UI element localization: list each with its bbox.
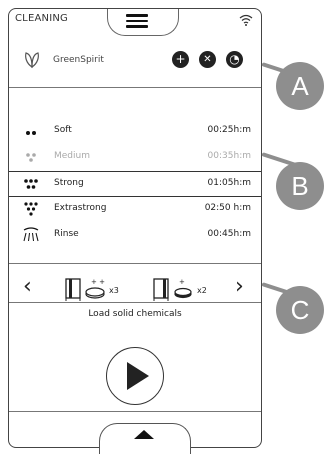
chemical-selector: ‹ + + x3 + x2 ›: [9, 269, 261, 309]
chemical-option[interactable]: + x2: [153, 277, 213, 303]
program-time: 02:50 h:m: [204, 203, 251, 213]
three-drops-icon: [26, 153, 36, 162]
program-soft[interactable]: Soft 00:25h:m: [9, 119, 261, 145]
gauge-icon[interactable]: ◔: [226, 51, 243, 68]
program-label: Strong: [54, 178, 84, 188]
program-label: Soft: [54, 125, 72, 135]
program-rinse[interactable]: Rinse 00:45h:m: [9, 223, 261, 249]
program-label: Medium: [54, 151, 90, 161]
five-drops-icon: [24, 179, 38, 189]
program-time: 00:45h:m: [207, 229, 251, 239]
instruction-text: Load solid chemicals: [88, 309, 182, 319]
divider: [9, 263, 261, 264]
chemical-count: x2: [197, 286, 207, 295]
screen-title: CLEANING: [15, 13, 68, 24]
brand-row: GreenSpirit + ✕ ◔: [9, 49, 261, 89]
shower-icon: [23, 227, 39, 242]
svg-text:+ +: + +: [91, 278, 105, 286]
brand-name: GreenSpirit: [53, 55, 104, 65]
play-icon: [127, 362, 149, 390]
leaf-icon: [25, 52, 39, 69]
chevron-left-icon[interactable]: ‹: [23, 276, 32, 298]
wifi-icon: [239, 14, 253, 26]
program-strong[interactable]: Strong 01:05h:m: [9, 171, 261, 197]
start-button[interactable]: [106, 347, 164, 405]
divider: [9, 302, 261, 303]
two-drops-icon: [26, 131, 36, 135]
chemical-count: x3: [109, 286, 119, 295]
plus-icon[interactable]: +: [172, 51, 189, 68]
device-screen: CLEANING GreenSpirit + ✕ ◔ Soft 00:25h:m: [8, 8, 262, 454]
divider: [9, 411, 261, 412]
callout-badge: C: [276, 286, 324, 334]
seven-drops-icon: [24, 202, 38, 216]
chevron-up-icon: [134, 430, 154, 439]
top-bar: CLEANING: [9, 9, 261, 36]
close-icon[interactable]: ✕: [199, 51, 216, 68]
chevron-right-icon[interactable]: ›: [235, 276, 244, 298]
program-extrastrong[interactable]: Extrastrong 02:50 h:m: [9, 197, 261, 223]
tablet-cabinet-icon: + +: [65, 278, 105, 301]
svg-text:+: +: [179, 278, 185, 286]
program-time: 00:25h:m: [207, 125, 251, 135]
divider: [9, 87, 261, 88]
bottom-drawer-handle[interactable]: [99, 423, 191, 454]
chemical-option[interactable]: + + x3: [65, 277, 125, 303]
hamburger-icon[interactable]: [126, 14, 148, 28]
callout-badge: A: [276, 62, 324, 110]
callout-badge: B: [276, 162, 324, 210]
program-time: 01:05h:m: [207, 178, 251, 188]
program-label: Extrastrong: [54, 203, 107, 213]
program-time: 00:35h:m: [207, 151, 251, 161]
tablet-cabinet-icon: +: [153, 278, 192, 301]
program-medium[interactable]: Medium 00:35h:m: [9, 145, 261, 171]
program-label: Rinse: [54, 229, 79, 239]
